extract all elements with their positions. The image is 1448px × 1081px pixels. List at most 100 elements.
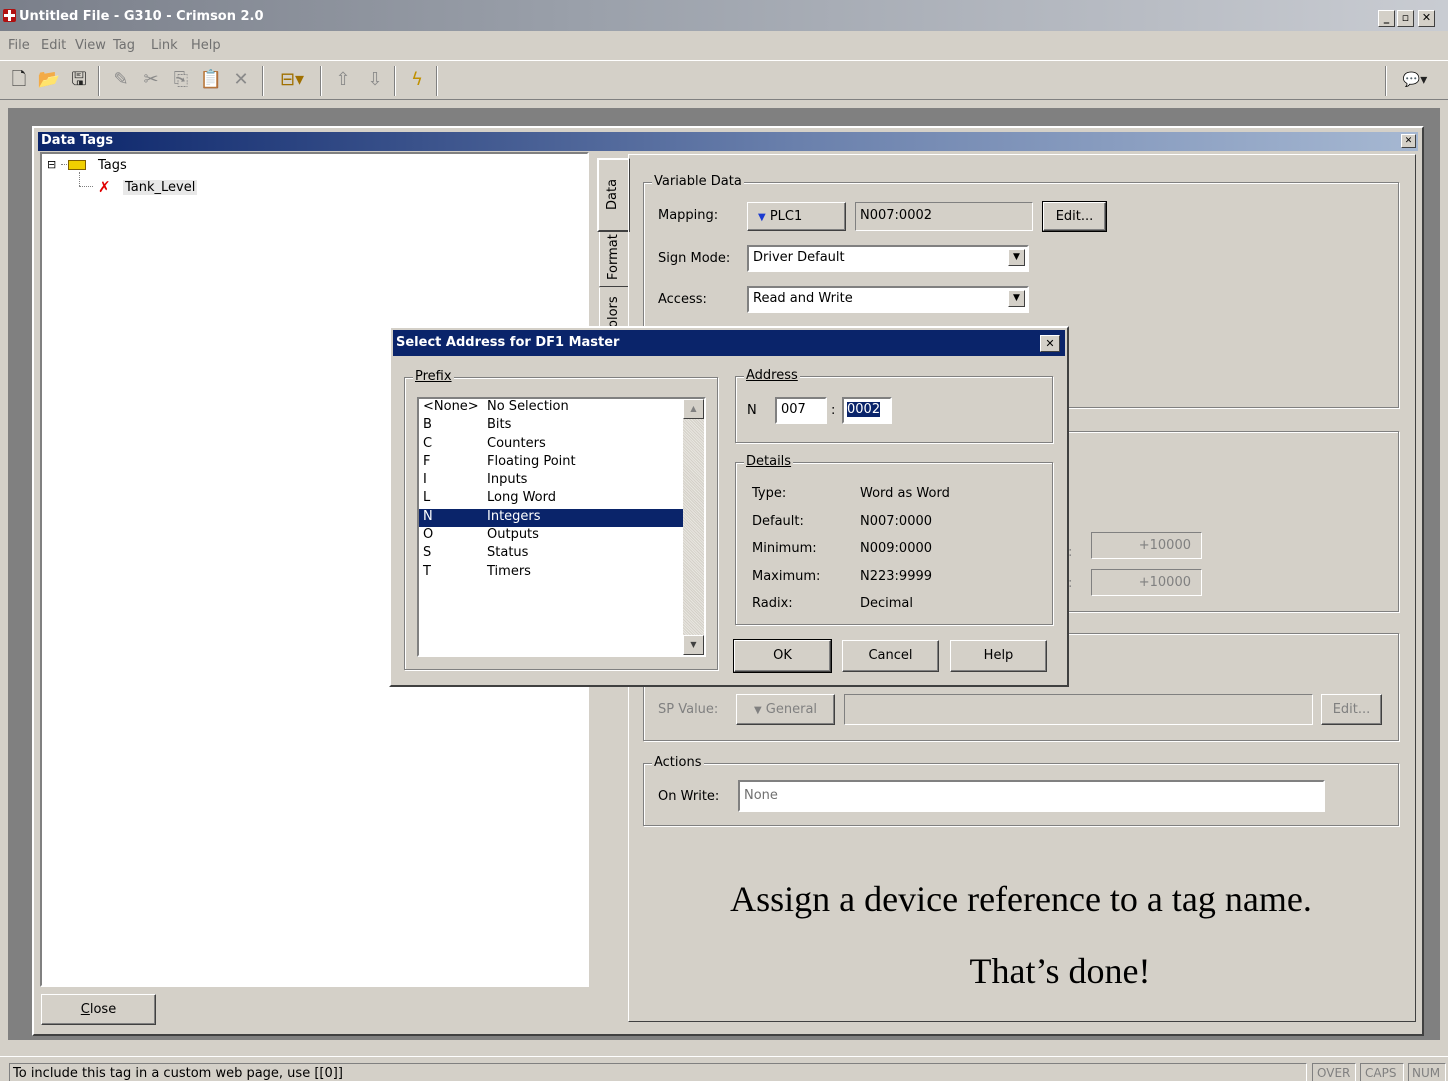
error-x-icon: ✗ [98, 178, 111, 196]
list-item[interactable]: L Long Word [419, 490, 683, 508]
prefix-code: C [423, 435, 433, 451]
copy-icon[interactable]: ⎘ [168, 67, 194, 93]
tree-root-label[interactable]: Tags [98, 158, 127, 173]
prefix-name: Counters [487, 435, 546, 451]
ok-button[interactable]: OK [733, 639, 832, 673]
status-bar: To include this tag in a custom web page… [0, 1056, 1448, 1081]
address-legend-text: Address [746, 368, 798, 383]
up-arrow-icon[interactable]: ⇧ [330, 67, 356, 93]
scaling-value-2: +10000 [1091, 569, 1202, 596]
address-prefix-label: N [747, 403, 757, 418]
tab-data[interactable]: Data [597, 158, 630, 232]
sp-source-button[interactable]: ▼ General [736, 694, 835, 725]
dialog-title: Select Address for DF1 Master [396, 335, 620, 350]
on-write-field[interactable]: None [738, 780, 1325, 812]
cancel-button[interactable]: Cancel [842, 640, 939, 672]
window-title: Untitled File - G310 - Crimson 2.0 [19, 9, 264, 24]
down-arrow-icon[interactable]: ⇩ [362, 67, 388, 93]
on-write-label: On Write: [658, 789, 720, 804]
new-file-icon[interactable]: 🗋 [6, 67, 32, 93]
lightning-icon[interactable]: ϟ [404, 67, 430, 93]
prefix-name: Floating Point [487, 453, 576, 469]
access-select[interactable]: Read and Write ▼ [747, 286, 1029, 313]
scrollbar[interactable]: ▲ ▼ [683, 399, 704, 655]
minimize-button[interactable]: _ [1378, 10, 1395, 27]
sp-edit-button[interactable]: Edit... [1321, 694, 1382, 725]
prefix-code: I [423, 472, 427, 488]
prefix-name: Timers [487, 563, 531, 579]
list-item[interactable]: <None> No Selection [419, 399, 683, 417]
mapping-edit-button[interactable]: Edit... [1042, 201, 1107, 232]
list-item[interactable]: I Inputs [419, 472, 683, 490]
paste-icon[interactable]: 📋 [198, 67, 224, 93]
open-folder-icon[interactable]: 📂 [36, 67, 62, 93]
list-item[interactable]: F Floating Point [419, 454, 683, 472]
maximize-button[interactable]: ▫ [1397, 10, 1414, 27]
detail-minimum-label: Minimum: [752, 541, 817, 556]
list-item[interactable]: C Counters [419, 436, 683, 454]
tree-connector [79, 172, 80, 186]
variable-data-legend: Variable Data [652, 174, 744, 189]
mapping-device-button[interactable]: ▼ PLC1 [747, 202, 846, 231]
address-element-input[interactable]: 0002 [842, 397, 892, 424]
detail-type-value: Word as Word [860, 486, 950, 501]
tab-colors[interactable]: olors [599, 288, 629, 328]
detail-radix-label: Radix: [752, 596, 793, 611]
list-item[interactable]: S Status [419, 545, 683, 563]
tree-item-tank-level[interactable]: Tank_Level [123, 180, 198, 195]
scroll-down-icon[interactable]: ▼ [683, 635, 704, 655]
toolbar: 🗋 📂 🖫 ✎ ✂ ⎘ 📋 ✕ ⊟▾ ⇧ ⇩ ϟ 💬▾ [0, 60, 1448, 100]
prefix-name: Integers [487, 508, 541, 524]
dialog-close-button[interactable]: ✕ [1040, 335, 1060, 352]
caption-line-1: Assign a device reference to a tag name. [730, 879, 1312, 919]
tab-format[interactable]: Format [599, 232, 629, 287]
mapping-device-label: PLC1 [769, 209, 803, 224]
close-button-mnemonic: C [80, 1002, 90, 1017]
prefix-listbox[interactable]: <None> No Selection B Bits C Counters F Floa… [417, 397, 706, 657]
status-text: To include this tag in a custom web page… [9, 1063, 1307, 1081]
pencil-icon[interactable]: ✎ [108, 67, 134, 93]
prefix-code: F [423, 453, 431, 469]
list-item-selected[interactable]: N Integers [419, 508, 683, 528]
save-icon[interactable]: 🖫 [66, 67, 92, 93]
device-dropdown-icon: ▼ [758, 212, 766, 223]
address-file-input[interactable]: 007 [775, 397, 827, 424]
delete-icon[interactable]: ✕ [228, 67, 254, 93]
app-logo-icon [3, 9, 16, 22]
panel-close-button[interactable]: ✕ [1401, 134, 1416, 148]
chevron-down-icon[interactable]: ▼ [1008, 290, 1025, 307]
address-legend: Address [744, 368, 800, 383]
close-button[interactable]: Close [41, 994, 156, 1025]
menu-edit[interactable]: Edit [41, 38, 66, 53]
close-window-button[interactable]: ✕ [1418, 10, 1435, 27]
sp-dropdown-icon: ▼ [753, 705, 762, 716]
detail-type-label: Type: [752, 486, 787, 501]
menu-help[interactable]: Help [191, 38, 221, 53]
list-item[interactable]: B Bits [419, 417, 683, 435]
chevron-down-icon[interactable]: ▼ [1008, 249, 1025, 266]
tab-data-label: Data [605, 178, 620, 210]
sp-value-label: SP Value: [658, 702, 719, 717]
list-item[interactable]: O Outputs [419, 527, 683, 545]
prefix-code: O [423, 527, 434, 543]
prefix-code: B [423, 417, 432, 433]
menu-file[interactable]: File [8, 38, 30, 53]
prefix-code: S [423, 545, 432, 561]
menu-view[interactable]: View [75, 38, 106, 53]
toolbar-separator [98, 66, 100, 96]
cut-icon[interactable]: ✂ [138, 67, 164, 93]
tree-expander-icon[interactable]: ⊟ [47, 159, 56, 170]
help-button[interactable]: Help [950, 640, 1047, 672]
status-caps: CAPS [1360, 1063, 1404, 1081]
details-legend: Details [744, 454, 794, 469]
comment-icon[interactable]: 💬▾ [1392, 67, 1438, 93]
detail-maximum-label: Maximum: [752, 569, 821, 584]
prefix-code: N [423, 508, 433, 524]
scroll-up-icon[interactable]: ▲ [683, 399, 704, 419]
detail-default-label: Default: [752, 514, 804, 529]
menu-tag[interactable]: Tag [113, 38, 135, 53]
list-item[interactable]: T Timers [419, 564, 683, 582]
sign-mode-select[interactable]: Driver Default ▼ [747, 245, 1029, 272]
menu-link[interactable]: Link [151, 38, 178, 53]
tag-icon[interactable]: ⊟▾ [272, 67, 312, 93]
